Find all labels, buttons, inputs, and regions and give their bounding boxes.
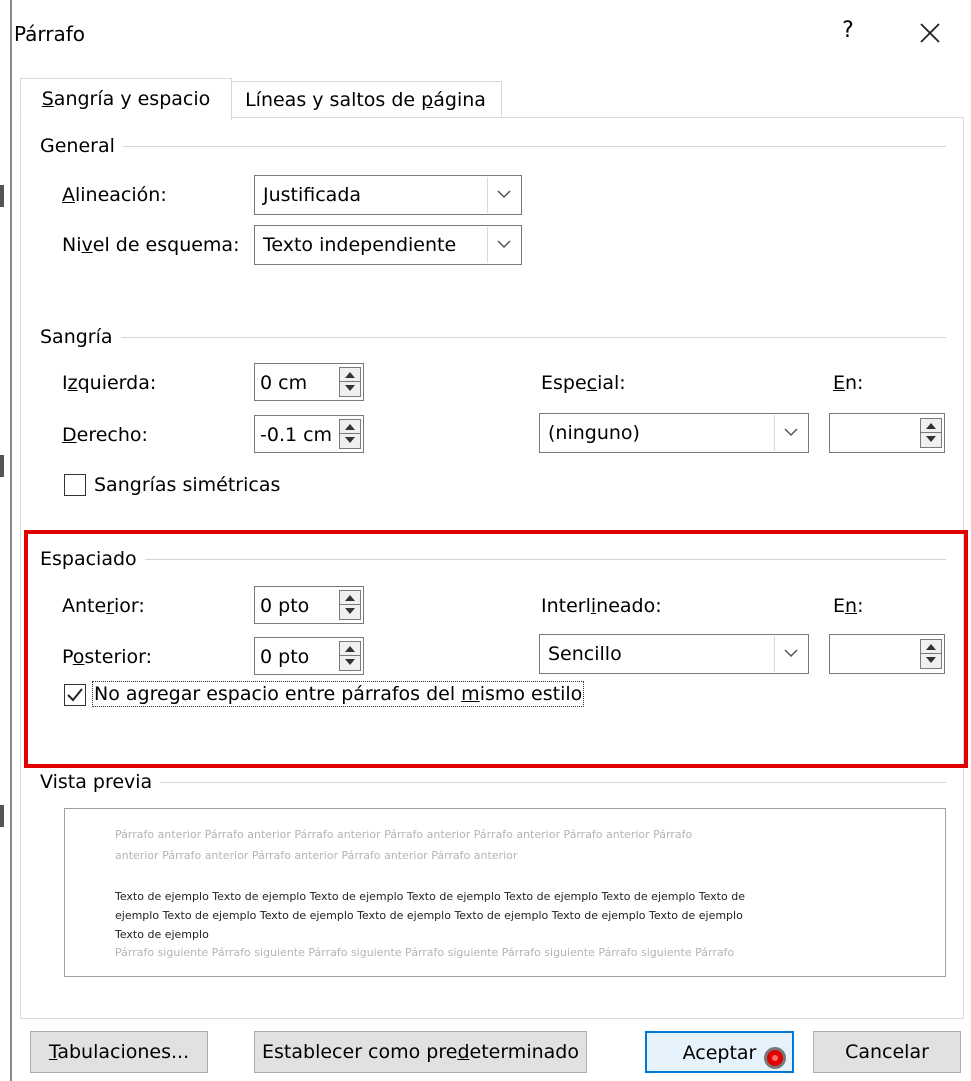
preview-previous-paragraph: anterior Párrafo anterior Párrafo anteri… xyxy=(115,849,518,862)
indent-by-spinner[interactable] xyxy=(829,413,945,453)
background-mark xyxy=(0,455,4,477)
chevron-down-icon xyxy=(487,177,520,213)
outline-level-select[interactable]: Texto independiente xyxy=(254,225,522,265)
indent-left-spinner[interactable]: 0 cm xyxy=(254,363,364,401)
preview-previous-paragraph: Párrafo anterior Párrafo anterior Párraf… xyxy=(115,828,693,841)
indent-right-label: Derecho: xyxy=(62,424,148,446)
group-title-sangria: Sangría xyxy=(40,325,121,349)
background-mark xyxy=(0,185,4,207)
close-button[interactable] xyxy=(912,16,948,50)
special-label: Especial: xyxy=(541,372,626,394)
outline-level-label: Nivel de esquema: xyxy=(62,234,240,256)
chevron-down-icon xyxy=(774,415,807,451)
indent-left-label: Izquierda: xyxy=(62,372,157,394)
click-marker-icon xyxy=(764,1047,786,1069)
background-mark xyxy=(0,805,4,827)
indent-right-spinner[interactable]: -0.1 cm xyxy=(254,415,364,453)
tab-lineas-y-saltos[interactable]: Líneas y saltos de página xyxy=(230,81,502,119)
spinner-arrows-icon[interactable] xyxy=(339,419,361,449)
indent-by-label: En: xyxy=(833,372,864,394)
alignment-select[interactable]: Justificada xyxy=(254,175,522,215)
group-divider xyxy=(40,146,946,147)
alignment-label: Alineación: xyxy=(62,184,167,206)
preview-sample-text: ejemplo Texto de ejemplo Texto de ejempl… xyxy=(115,909,743,922)
preview-next-paragraph: Párrafo siguiente Párrafo siguiente Párr… xyxy=(115,946,735,959)
preview-sample-text: Texto de ejemplo xyxy=(115,928,209,941)
dialog-title: Párrafo xyxy=(14,22,86,46)
tabs-button[interactable]: Tabulaciones... xyxy=(30,1031,208,1073)
cancel-button[interactable]: Cancelar xyxy=(813,1031,961,1073)
group-divider xyxy=(40,782,946,783)
set-as-default-button[interactable]: Establecer como predeterminado xyxy=(254,1031,587,1073)
preview-sample-text: Texto de ejemplo Texto de ejemplo Texto … xyxy=(115,890,745,903)
highlight-box xyxy=(24,530,968,768)
group-divider xyxy=(40,337,946,338)
group-title-general: General xyxy=(40,134,123,158)
spinner-arrows-icon[interactable] xyxy=(339,367,361,397)
dialog-left-border xyxy=(10,0,12,1081)
spinner-arrows-icon[interactable] xyxy=(920,418,942,448)
mirror-indents-checkbox[interactable] xyxy=(64,474,86,496)
help-button[interactable]: ? xyxy=(836,18,860,48)
mirror-indents-label: Sangrías simétricas xyxy=(94,474,281,496)
tab-sangria-y-espacio[interactable]: Sangría y espacio xyxy=(20,78,232,120)
special-select[interactable]: (ninguno) xyxy=(539,413,809,453)
group-title-vista-previa: Vista previa xyxy=(40,770,161,794)
chevron-down-icon xyxy=(487,227,520,263)
paragraph-preview: Párrafo anterior Párrafo anterior Párraf… xyxy=(64,808,946,977)
close-icon xyxy=(920,23,940,43)
